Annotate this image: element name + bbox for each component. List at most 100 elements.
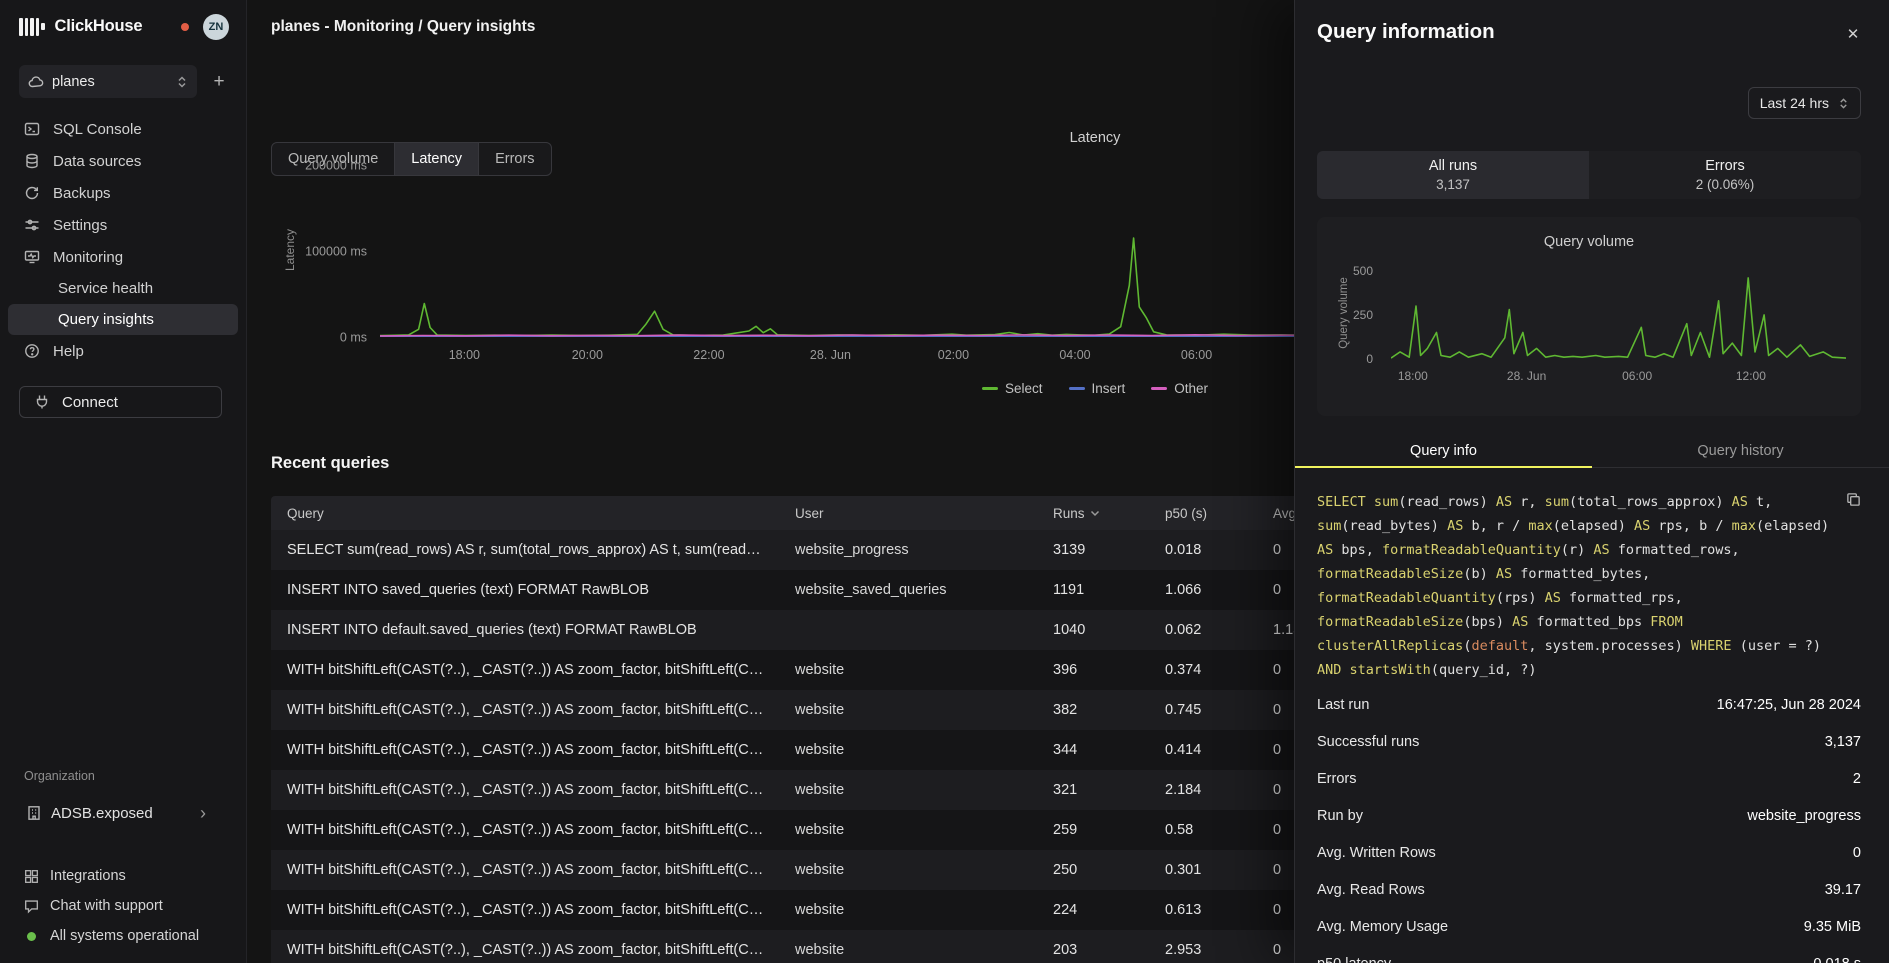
tab-query-info[interactable]: Query info [1295, 434, 1592, 467]
sidebar-item-help[interactable]: Help [0, 335, 246, 367]
sidebar-item-backups[interactable]: Backups [0, 177, 246, 209]
sidebar-item-label: Settings [53, 217, 107, 234]
query-cell: WITH bitShiftLeft(CAST(?..), _CAST(?..))… [271, 662, 795, 678]
user-cell: website [795, 822, 1053, 838]
sidebar-item-monitoring[interactable]: Monitoring [0, 241, 246, 273]
y-tick-label: 250 [1353, 309, 1373, 321]
user-cell: website [795, 702, 1053, 718]
x-tick-label: 18:00 [449, 348, 480, 362]
status-ok-icon [27, 932, 36, 941]
user-cell: website [795, 742, 1053, 758]
detail-label: Run by [1317, 808, 1363, 824]
add-service-button[interactable]: + [206, 71, 232, 93]
puzzle-icon [24, 869, 39, 884]
legend-item[interactable]: Select [982, 381, 1043, 396]
detail-value: 0 [1853, 845, 1861, 861]
x-tick-label: 22:00 [693, 348, 724, 362]
sidebar-item-settings[interactable]: Settings [0, 209, 246, 241]
service-selector-value: planes [52, 74, 168, 90]
p50-cell: 0.58 [1165, 822, 1273, 838]
query-volume-card: Query volume Query volume 0250500 18:002… [1317, 217, 1861, 416]
tab-query-history[interactable]: Query history [1592, 434, 1889, 467]
breadcrumb: planes - Monitoring / Query insights [271, 18, 535, 36]
p50-cell: 0.745 [1165, 702, 1273, 718]
detail-row: Avg. Read Rows 39.17 [1317, 871, 1861, 908]
sidebar-item-integrations[interactable]: Integrations [0, 861, 246, 891]
brand-name: ClickHouse [55, 17, 143, 36]
stat-tab-errors[interactable]: Errors 2 (0.06%) [1589, 151, 1861, 199]
column-runs[interactable]: Runs [1053, 506, 1165, 521]
user-cell: website [795, 942, 1053, 958]
sidebar-item-query-insights[interactable]: Query insights [8, 304, 238, 335]
detail-value: 39.17 [1825, 882, 1861, 898]
column-p50[interactable]: p50 (s) [1165, 506, 1273, 521]
user-cell: website [795, 902, 1053, 918]
legend-swatch-icon [982, 387, 998, 390]
runs-cell: 259 [1053, 822, 1165, 838]
system-status-item[interactable]: All systems operational [0, 921, 246, 951]
query-cell: INSERT INTO saved_queries (text) FORMAT … [271, 582, 795, 598]
chat-icon [24, 899, 39, 914]
sidebar-nav: SQL Console Data sources Backups Setting… [0, 113, 246, 367]
user-cell: website [795, 662, 1053, 678]
detail-value: 16:47:25, Jun 28 2024 [1717, 697, 1861, 713]
latency-y-ticks: 0 ms100000 ms200000 ms [247, 165, 367, 337]
p50-cell: 2.953 [1165, 942, 1273, 958]
p50-cell: 1.066 [1165, 582, 1273, 598]
sidebar-item-service-health[interactable]: Service health [0, 273, 246, 304]
time-range-selector[interactable]: Last 24 hrs [1748, 87, 1861, 119]
runs-cell: 396 [1053, 662, 1165, 678]
footer-item-label: Integrations [50, 868, 126, 884]
runs-cell: 203 [1053, 942, 1165, 958]
x-tick-label: 28. Jun [1507, 369, 1546, 383]
footer-item-label: Chat with support [50, 898, 163, 914]
stat-tab-label: Errors [1705, 158, 1744, 174]
sidebar-item-data-sources[interactable]: Data sources [0, 145, 246, 177]
stat-tab-value: 3,137 [1436, 177, 1470, 192]
updown-caret-icon [176, 75, 188, 89]
sort-desc-icon [1090, 510, 1100, 517]
p50-cell: 0.018 [1165, 542, 1273, 558]
sidebar-item-sql-console[interactable]: SQL Console [0, 113, 246, 145]
detail-label: p50 latency [1317, 956, 1391, 963]
query-cell: INSERT INTO default.saved_queries (text)… [271, 622, 795, 638]
organization-label: Organization [24, 769, 246, 783]
stat-tab-all-runs[interactable]: All runs 3,137 [1317, 151, 1589, 199]
sql-query-text: SELECT sum(read_rows) AS r, sum(total_ro… [1317, 490, 1861, 682]
copy-icon[interactable] [1846, 492, 1861, 507]
detail-label: Avg. Read Rows [1317, 882, 1425, 898]
query-cell: WITH bitShiftLeft(CAST(?..), _CAST(?..))… [271, 862, 795, 878]
column-query[interactable]: Query [271, 506, 795, 521]
detail-label: Avg. Written Rows [1317, 845, 1436, 861]
avatar[interactable]: ZN [203, 14, 229, 40]
detail-row: Errors 2 [1317, 760, 1861, 797]
runs-cell: 224 [1053, 902, 1165, 918]
panel-tabs: Query info Query history [1295, 434, 1889, 468]
connect-label: Connect [62, 394, 118, 411]
y-tick-label: 200000 ms [305, 159, 367, 172]
cloud-service-icon [28, 74, 44, 90]
connect-button[interactable]: Connect [19, 386, 222, 418]
x-tick-label: 12:00 [1736, 369, 1766, 383]
updown-caret-icon [1838, 97, 1849, 110]
legend-item[interactable]: Insert [1069, 381, 1126, 396]
detail-value: 9.35 MiB [1804, 919, 1861, 935]
notification-dot-icon[interactable] [181, 23, 189, 31]
close-icon[interactable]: ✕ [1841, 22, 1865, 46]
query-details: Last run 16:47:25, Jun 28 2024 Successfu… [1317, 686, 1861, 963]
query-cell: WITH bitShiftLeft(CAST(?..), _CAST(?..))… [271, 702, 795, 718]
user-cell: website_saved_queries [795, 582, 1053, 598]
building-icon [26, 805, 42, 821]
organization-row[interactable]: ADSB.exposed › [0, 793, 246, 833]
legend-item[interactable]: Other [1151, 381, 1208, 396]
volume-chart[interactable] [1391, 262, 1846, 359]
detail-label: Avg. Memory Usage [1317, 919, 1448, 935]
sidebar-item-chat-support[interactable]: Chat with support [0, 891, 246, 921]
column-user[interactable]: User [795, 506, 1053, 521]
x-tick-label: 04:00 [1059, 348, 1090, 362]
sidebar-item-label: Service health [58, 280, 153, 297]
service-selector[interactable]: planes [19, 65, 197, 98]
x-tick-label: 20:00 [572, 348, 603, 362]
panel-title: Query information [1317, 20, 1495, 44]
x-tick-label: 06:00 [1622, 369, 1652, 383]
